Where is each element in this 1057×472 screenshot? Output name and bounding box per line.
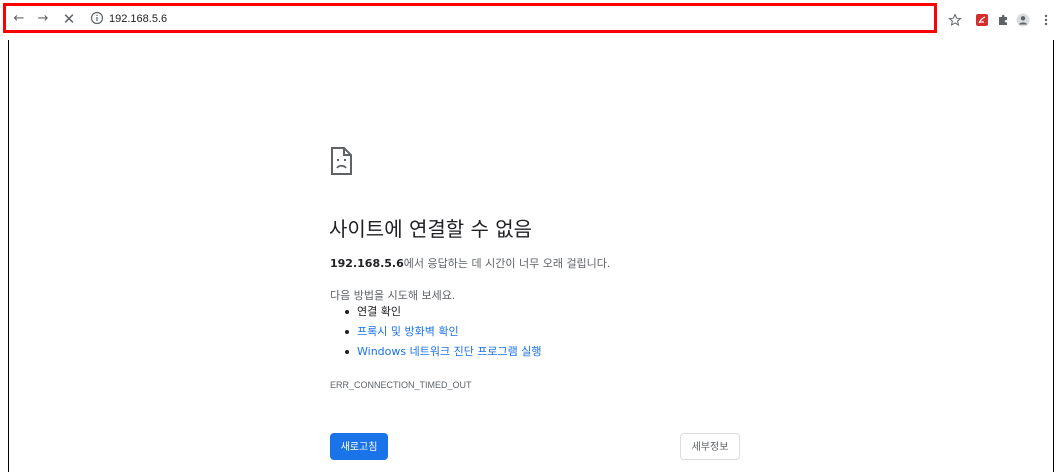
profile-icon[interactable] [1016, 13, 1030, 27]
browser-toolbar: ← → ✕ 192.168.5.6 [0, 0, 1057, 40]
error-description: 192.168.5.6에서 응답하는 데 시간이 너무 오래 걸립니다. [330, 257, 610, 271]
error-host: 192.168.5.6 [330, 257, 404, 270]
forward-icon[interactable]: → [35, 11, 51, 27]
pdf-extension-icon[interactable] [975, 13, 989, 27]
window-frame-left [8, 40, 9, 472]
url-text[interactable]: 192.168.5.6 [109, 12, 167, 26]
window-frame-right [1053, 40, 1054, 472]
star-icon[interactable] [948, 13, 962, 27]
menu-kebab-icon[interactable] [1039, 13, 1053, 27]
sad-document-icon [331, 147, 352, 175]
address-bar-highlight: ← → ✕ 192.168.5.6 [3, 3, 937, 33]
details-button[interactable]: 세부정보 [680, 433, 740, 460]
error-code: ERR_CONNECTION_TIMED_OUT [330, 380, 472, 390]
suggestions-list: 연결 확인 프록시 및 방화벽 확인 Windows 네트워크 진단 프로그램 … [345, 305, 542, 365]
error-description-text: 에서 응답하는 데 시간이 너무 오래 걸립니다. [403, 257, 611, 270]
list-item: Windows 네트워크 진단 프로그램 실행 [345, 345, 542, 365]
try-heading: 다음 방법을 시도해 보세요. [330, 289, 456, 302]
back-icon[interactable]: ← [11, 11, 27, 27]
reload-button[interactable]: 새로고침 [330, 433, 388, 460]
list-item: 프록시 및 방화벽 확인 [345, 325, 542, 345]
extensions-puzzle-icon[interactable] [996, 13, 1010, 27]
list-item: 연결 확인 [345, 305, 542, 325]
stop-icon[interactable]: ✕ [61, 11, 77, 27]
error-title: 사이트에 연결할 수 없음 [329, 217, 533, 241]
suggestion-check-connection: 연결 확인 [357, 305, 401, 318]
suggestion-check-proxy-firewall-link[interactable]: 프록시 및 방화벽 확인 [357, 325, 459, 338]
info-icon[interactable] [90, 11, 104, 25]
suggestion-run-network-diagnostics-link[interactable]: Windows 네트워크 진단 프로그램 실행 [357, 345, 542, 358]
